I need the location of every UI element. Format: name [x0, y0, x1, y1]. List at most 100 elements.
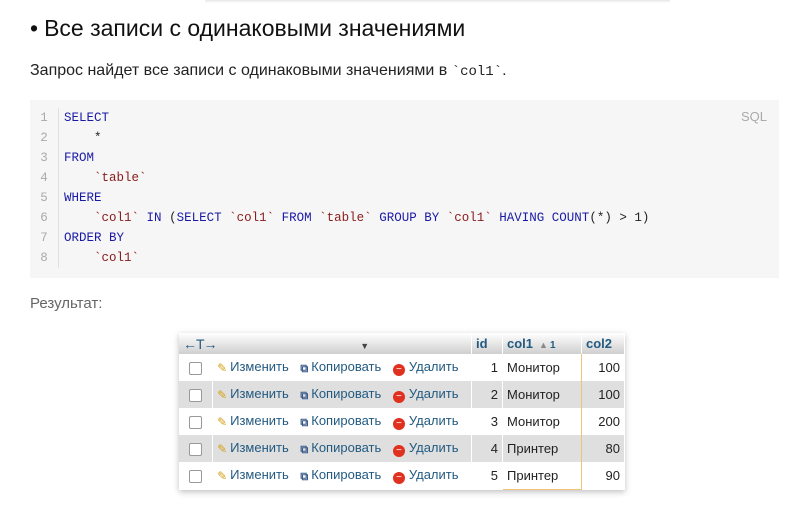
delete-icon: − [392, 364, 405, 376]
code-line: `col1` IN (SELECT `col1` FROM `table` GR… [94, 211, 650, 225]
copy-label: Копировать [311, 359, 382, 374]
delete-label: Удалить [408, 359, 459, 374]
copy-row-button[interactable]: ⧉ Копировать [300, 467, 382, 484]
line-number: 5 [40, 191, 48, 205]
row-checkbox-cell [179, 462, 214, 490]
result-label: Результат: [30, 295, 103, 312]
row-checkbox-cell [179, 408, 214, 435]
code-line: `col1` [94, 251, 140, 265]
sort-index: 1 [549, 340, 556, 351]
description-text: Запрос найдет все записи с одинаковыми з… [30, 62, 452, 79]
row-actions-cell: ✎ Изменить ⧉ Копировать − Удалить [212, 462, 472, 490]
line-number: 6 [40, 211, 48, 225]
edit-row-button[interactable]: ✎ Изменить [217, 359, 289, 375]
pencil-icon: ✎ [217, 442, 228, 456]
row-actions-cell: ✎ Изменить ⧉ Копировать − Удалить [212, 435, 472, 462]
copy-row-button[interactable]: ⧉ Копировать [300, 359, 382, 375]
cell-col1: Монитор [502, 354, 582, 381]
delete-label: Удалить [408, 413, 459, 428]
cell-col2: 80 [581, 435, 625, 462]
description-end: . [502, 62, 507, 79]
table-row: ✎ Изменить ⧉ Копировать − Удалить 3 Монитор… [179, 408, 625, 435]
copy-row-button[interactable]: ⧉ Копировать [300, 440, 382, 456]
code-line: WHERE [64, 191, 102, 205]
code-lines: SELECT * FROM `table` WHERE `col1` IN (SEL… [64, 108, 649, 268]
row-checkbox[interactable] [189, 443, 202, 457]
edit-label: Изменить [230, 359, 289, 374]
column-options-toggle[interactable]: ▼ [360, 341, 369, 351]
delete-label: Удалить [408, 467, 459, 483]
row-checkbox-cell [179, 354, 214, 381]
edit-label: Изменить [230, 386, 289, 401]
code-line: * [64, 131, 102, 145]
code-line: SELECT [64, 111, 110, 125]
edit-row-button[interactable]: ✎ Изменить [217, 467, 289, 483]
column-header-col1[interactable]: col1 ▲ 1 [502, 333, 582, 354]
delete-icon: − [392, 391, 405, 403]
sort-ascending-icon: ▲ [539, 340, 548, 350]
delete-label: Удалить [408, 440, 459, 455]
edit-row-button[interactable]: ✎ Изменить [217, 440, 289, 456]
table-row: ✎ Изменить ⧉ Копировать − Удалить 2 Монитор… [179, 381, 625, 408]
cell-col1: Принтер [502, 435, 582, 462]
delete-icon: − [392, 472, 405, 485]
copy-icon: ⧉ [300, 417, 309, 429]
edit-label: Изменить [230, 440, 289, 455]
edit-label: Изменить [230, 413, 289, 428]
row-checkbox[interactable] [189, 470, 202, 484]
heading-bullet: • [30, 15, 39, 41]
row-checkbox[interactable] [189, 416, 202, 430]
row-checkbox-cell [179, 381, 214, 408]
delete-label: Удалить [408, 386, 459, 401]
cell-id: 5 [471, 462, 503, 490]
row-checkbox[interactable] [189, 389, 202, 403]
description-code: `col1` [451, 64, 503, 80]
column-header-col2[interactable]: col2 [581, 333, 625, 354]
code-block: SQL 1 2 3 4 5 6 7 8 SELECT * FROM `table`… [30, 100, 779, 278]
column-header-id[interactable]: id [471, 333, 503, 354]
delete-icon: − [392, 445, 405, 457]
copy-icon: ⧉ [300, 444, 309, 456]
copy-row-button[interactable]: ⧉ Копировать [300, 386, 382, 402]
table-header-row: ←T→ ▼ id col1 ▲ 1 col2 [179, 333, 625, 354]
code-language-label: SQL [740, 109, 767, 124]
row-actions-cell: ✎ Изменить ⧉ Копировать − Удалить [212, 381, 472, 408]
cell-id: 3 [471, 408, 503, 435]
code-line: ORDER BY [64, 231, 125, 245]
delete-row-button[interactable]: − Удалить [392, 359, 459, 376]
line-number: 2 [40, 131, 48, 145]
copy-label: Копировать [311, 440, 382, 455]
result-table: ←T→ ▼ id col1 ▲ 1 col2 ✎ Изменить ⧉ Копирова… [179, 333, 625, 490]
pencil-icon: ✎ [217, 388, 228, 402]
table-row: ✎ Изменить ⧉ Копировать − Удалить 4 Принтер… [179, 435, 625, 462]
section-description: Запрос найдет все записи с одинаковыми з… [30, 62, 507, 80]
line-number-gutter: 1 2 3 4 5 6 7 8 [30, 108, 59, 268]
copy-label: Копировать [311, 467, 382, 483]
table-row: ✎ Изменить ⧉ Копировать − Удалить 5 Принтер… [179, 462, 625, 490]
cell-id: 1 [471, 354, 503, 381]
cell-col1: Принтер [502, 462, 582, 490]
copy-row-button[interactable]: ⧉ Копировать [300, 413, 381, 429]
copy-icon: ⧉ [300, 471, 309, 484]
heading-text: Все записи с одинаковыми значениями [44, 15, 466, 41]
delete-row-button[interactable]: − Удалить [392, 467, 459, 485]
edit-row-button[interactable]: ✎ Изменить [217, 386, 289, 402]
column-arrows-icon[interactable]: ←T→ [183, 336, 218, 352]
delete-row-button[interactable]: − Удалить [392, 386, 459, 403]
edit-row-button[interactable]: ✎ Изменить [217, 413, 289, 429]
code-line: FROM [64, 151, 95, 165]
line-number: 7 [40, 231, 48, 245]
cell-id: 4 [471, 435, 503, 462]
cell-col1: Монитор [502, 408, 582, 435]
column-header-col1-label: col1 [507, 336, 534, 351]
pencil-icon: ✎ [217, 415, 228, 429]
delete-row-button[interactable]: − Удалить [392, 413, 459, 430]
row-checkbox[interactable] [189, 362, 202, 376]
cell-id: 2 [471, 381, 503, 408]
section-heading: • Все записи с одинаковыми значениями [30, 15, 465, 42]
row-checkbox-cell [179, 435, 214, 462]
cell-col2: 90 [581, 462, 625, 490]
copy-label: Копировать [311, 386, 382, 401]
delete-row-button[interactable]: − Удалить [392, 440, 459, 457]
top-divider [205, 0, 670, 3]
